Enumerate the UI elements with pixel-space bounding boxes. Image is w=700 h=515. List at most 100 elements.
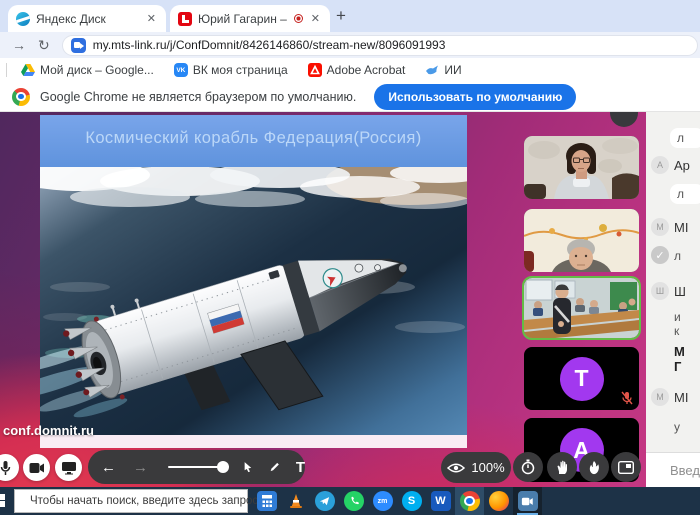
participant-video-2[interactable]: [524, 209, 639, 272]
chat-panel: л А Ар л М МІ ✓ л Ш Ш и к М Г М МІ у Вве…: [646, 112, 700, 487]
camera-button[interactable]: [23, 454, 50, 481]
chat-username: МІ: [674, 390, 688, 405]
camera-icon: [29, 462, 45, 474]
screen-share-button[interactable]: [55, 454, 82, 481]
address-bar[interactable]: my.mts-link.ru/j/ConfDomnit/8426146860/s…: [62, 35, 698, 56]
raise-hand-button[interactable]: [547, 452, 577, 482]
chat-message: л: [670, 128, 700, 148]
view-zoom-control[interactable]: 100%: [441, 452, 511, 483]
close-tab-icon[interactable]: ✕: [309, 12, 322, 25]
chat-username: Ш: [674, 284, 686, 299]
zoom-app-icon: zm: [373, 491, 393, 511]
timer-button[interactable]: [513, 452, 543, 482]
bookmark-adobe-acrobat[interactable]: Adobe Acrobat: [302, 63, 412, 77]
chat-username: МІ: [674, 220, 688, 235]
taskbar-chrome-active[interactable]: [455, 487, 484, 515]
text-tool-button[interactable]: T: [296, 459, 305, 476]
taskbar-search[interactable]: Чтобы начать поиск, введите здесь запрос: [14, 489, 248, 513]
taskbar-firefox[interactable]: [484, 487, 513, 515]
conference-watermark: conf.domnit.ru: [3, 423, 94, 438]
word-icon: W: [431, 491, 451, 511]
participant-video-1[interactable]: [524, 136, 639, 199]
reactions-button[interactable]: [579, 452, 609, 482]
chat-message: Г: [674, 359, 681, 374]
taskbar-telegram[interactable]: [310, 487, 339, 515]
tab-yandex-disk[interactable]: Яндекс Диск ✕: [8, 5, 166, 32]
tab-label: Яндекс Диск: [36, 12, 139, 26]
next-slide-button[interactable]: →: [133, 459, 148, 476]
bird-icon: [425, 63, 439, 77]
zoom-slider-knob[interactable]: [217, 461, 229, 473]
participant-video-man: [524, 209, 639, 272]
bookmarks-separator: [6, 63, 7, 77]
taskbar-whatsapp[interactable]: [339, 487, 368, 515]
default-browser-notification: Google Chrome не является браузером по у…: [0, 82, 700, 112]
new-tab-button[interactable]: +: [336, 6, 346, 26]
forward-button[interactable]: →: [12, 37, 26, 53]
participant-video-classroom: [524, 278, 639, 338]
site-favicon-icon: [71, 38, 86, 53]
vk-icon: VK: [174, 63, 188, 77]
close-tab-icon[interactable]: ✕: [145, 12, 158, 25]
taskbar-calculator[interactable]: [252, 487, 281, 515]
participant-tile-t[interactable]: T: [524, 347, 639, 410]
taskbar-skype[interactable]: S: [397, 487, 426, 515]
mts-link-favicon-icon: [178, 12, 192, 26]
microphone-muted-icon: [621, 391, 633, 405]
chat-input-placeholder: Введите: [670, 463, 700, 478]
recording-indicator-icon: [294, 14, 303, 23]
presentation-slide[interactable]: Космический корабль Федерация(Россия): [40, 115, 467, 448]
collapse-videos-button[interactable]: [610, 112, 638, 127]
cursor-tool-icon[interactable]: [243, 460, 253, 474]
tab-label: Юрий Гагарин – первый к: [198, 12, 288, 26]
presentation-tools: ← → T: [88, 450, 305, 484]
yandex-disk-favicon-icon: [16, 12, 30, 26]
spacecraft-illustration: [40, 167, 467, 435]
chat-message: к: [674, 324, 679, 338]
browser-toolbar: → ↻ my.mts-link.ru/j/ConfDomnit/84261468…: [0, 32, 700, 58]
chat-message: л: [670, 184, 700, 204]
slide-footer-strip: [40, 435, 467, 448]
taskbar-word[interactable]: W: [426, 487, 455, 515]
reload-button[interactable]: ↻: [38, 37, 50, 54]
adobe-acrobat-icon: [308, 63, 322, 77]
camera-app-icon: [518, 491, 538, 511]
bookmark-google-drive[interactable]: Мой диск – Google...: [15, 63, 160, 77]
zoom-slider[interactable]: [168, 466, 225, 468]
chat-message-input[interactable]: Введите: [646, 452, 700, 487]
bookmark-label: ИИ: [444, 63, 461, 77]
chat-message: л: [674, 249, 681, 263]
microphone-button[interactable]: [0, 454, 19, 481]
bookmark-vk[interactable]: VK ВК моя страница: [168, 63, 294, 77]
vlc-icon: [287, 492, 305, 510]
chat-username: Ар: [674, 158, 690, 173]
bookmark-label: Adobe Acrobat: [327, 63, 406, 77]
chrome-icon: [12, 88, 30, 106]
pencil-tool-icon[interactable]: [269, 460, 281, 474]
bookmarks-bar: Мой диск – Google... VK ВК моя страница …: [0, 58, 700, 82]
start-button[interactable]: [0, 493, 8, 509]
participant-video-3-active[interactable]: [524, 278, 639, 338]
taskbar-camera-app-active[interactable]: [513, 487, 542, 515]
use-default-button[interactable]: Использовать по умолчанию: [374, 84, 576, 110]
chat-message: и: [674, 310, 681, 324]
picture-in-picture-button[interactable]: [611, 452, 641, 482]
skype-icon: S: [402, 491, 422, 511]
prev-slide-button[interactable]: ←: [101, 459, 116, 476]
screen: Яндекс Диск ✕ Юрий Гагарин – первый к ✕ …: [0, 0, 700, 515]
chat-avatar: М: [651, 388, 669, 406]
notification-text: Google Chrome не является браузером по у…: [40, 90, 356, 104]
search-placeholder: Чтобы начать поиск, введите здесь запрос: [30, 495, 258, 507]
zoom-level-value: 100%: [471, 460, 504, 475]
chat-avatar: А: [651, 156, 669, 174]
taskbar-zoom[interactable]: zm: [368, 487, 397, 515]
bookmark-ii[interactable]: ИИ: [419, 63, 467, 77]
check-icon: ✓: [651, 246, 669, 264]
fire-icon: [588, 460, 600, 475]
slide-title: Космический корабль Федерация(Россия): [40, 129, 467, 148]
bookmark-label: ВК моя страница: [193, 63, 288, 77]
taskbar-vlc[interactable]: [281, 487, 310, 515]
browser-tab-strip: Яндекс Диск ✕ Юрий Гагарин – первый к ✕ …: [0, 0, 700, 32]
tab-mts-link[interactable]: Юрий Гагарин – первый к ✕: [170, 5, 330, 32]
whatsapp-icon: [344, 491, 364, 511]
